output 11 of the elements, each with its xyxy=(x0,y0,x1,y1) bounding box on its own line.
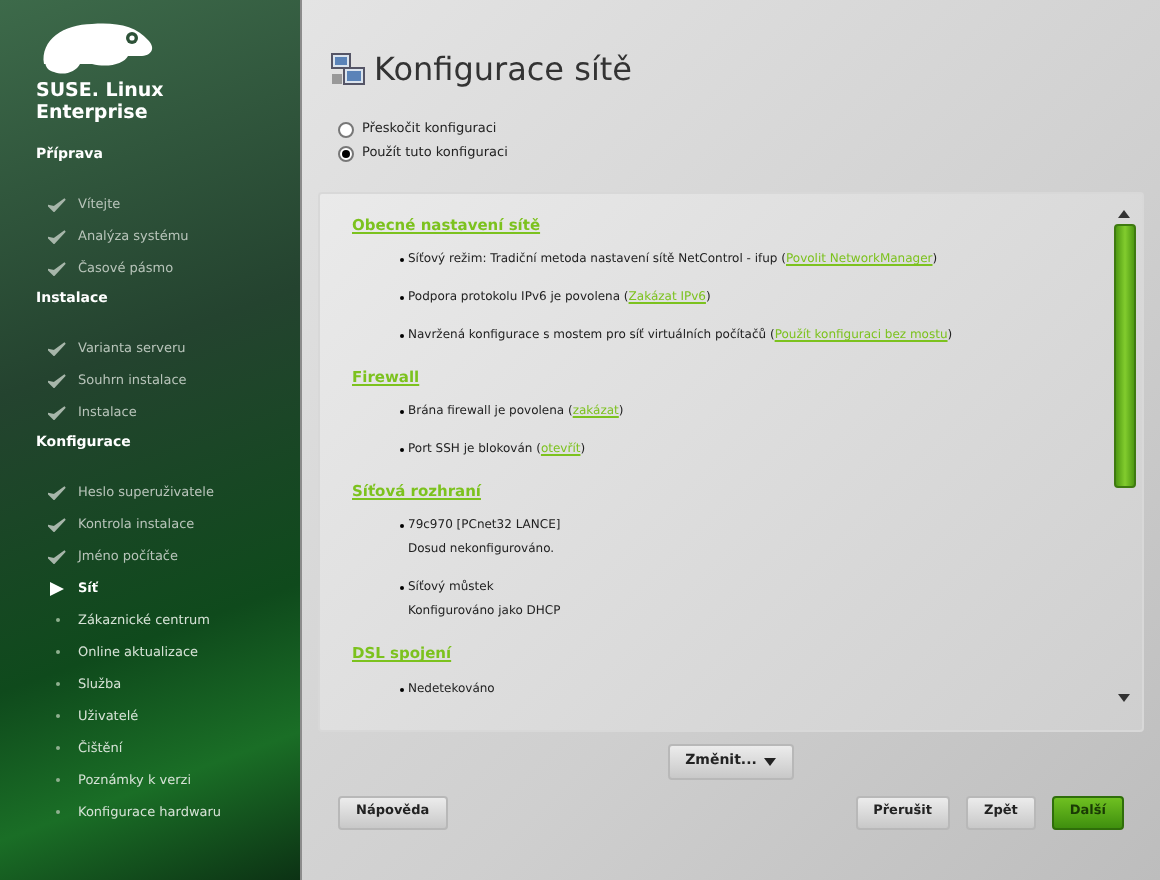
play-arrow-icon xyxy=(48,581,66,595)
page-title: Konfigurace sítě xyxy=(374,48,633,92)
scrollbar-thumb[interactable] xyxy=(1113,223,1135,487)
scroll-up-icon[interactable] xyxy=(1118,209,1130,217)
brand-name: Enterprise xyxy=(36,102,150,124)
brand-name: SUSE. Linux xyxy=(36,80,166,102)
network-computers-icon xyxy=(330,52,366,88)
caret-icon xyxy=(764,757,777,765)
scroll-down-icon[interactable] xyxy=(1118,693,1130,701)
radio-button[interactable] xyxy=(338,145,354,162)
radio-button[interactable] xyxy=(338,121,354,138)
